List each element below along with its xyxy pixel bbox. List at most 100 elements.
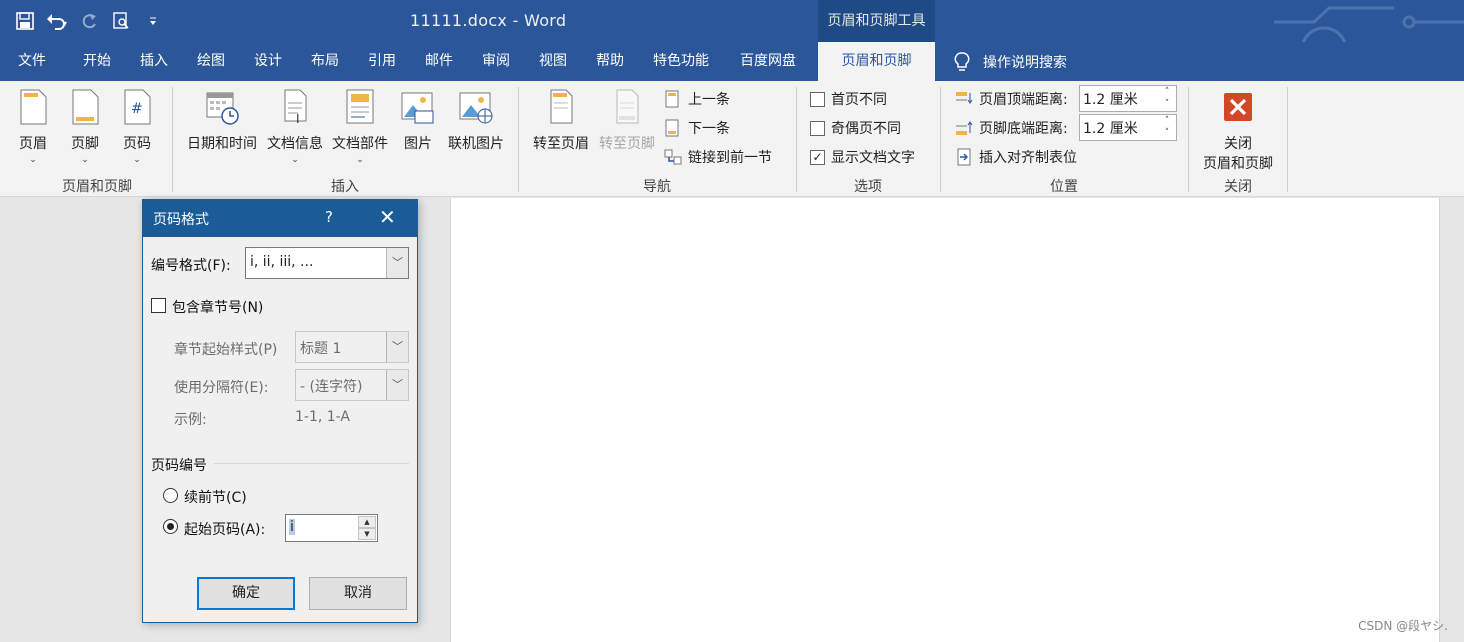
stepper-arrows[interactable]: ▲ ▼ <box>358 516 376 540</box>
undo-icon[interactable]: ▾ <box>44 8 70 34</box>
save-icon[interactable] <box>12 8 38 34</box>
header-button[interactable]: 页眉 ⌄ <box>14 89 52 165</box>
document-page[interactable] <box>450 198 1440 642</box>
start-at-stepper[interactable]: i ▲ ▼ <box>285 514 378 542</box>
footer-from-bottom-input[interactable]: 1.2 厘米 ˄ ˅ <box>1079 114 1177 141</box>
tab-design[interactable]: 设计 <box>254 42 282 81</box>
spin-arrows-icon[interactable]: ˄ ˅ <box>1160 115 1174 140</box>
quick-parts-label: 文档部件 <box>332 136 388 152</box>
close-red-icon <box>1224 93 1252 121</box>
tell-me-label: 操作说明搜索 <box>983 54 1067 71</box>
show-document-text-label: 显示文档文字 <box>831 150 915 166</box>
customize-icon[interactable] <box>140 8 166 34</box>
include-chapter-checkbox[interactable] <box>151 298 166 313</box>
chapter-style-select[interactable]: 标题 1 ﹀ <box>295 331 409 363</box>
footer-from-bottom-row: 页脚底端距离: <box>955 118 1068 138</box>
online-picture-button[interactable]: 联机图片 <box>444 89 508 153</box>
go-to-header-label: 转至页眉 <box>533 136 589 152</box>
go-to-footer-button[interactable]: 转至页脚 <box>596 89 658 153</box>
next-button[interactable]: 下一条 <box>664 118 730 138</box>
start-at-value[interactable]: i <box>289 519 295 535</box>
up-arrow-icon[interactable]: ▲ <box>358 516 376 528</box>
insert-alignment-tab-button[interactable]: 插入对齐制表位 <box>955 147 1077 167</box>
picture-button[interactable]: 图片 <box>398 89 438 153</box>
close-icon[interactable]: ✕ <box>379 205 396 229</box>
go-to-footer-label: 转至页脚 <box>599 136 655 152</box>
link-icon <box>664 149 682 165</box>
tab-baidu-netdisk[interactable]: 百度网盘 <box>740 42 796 81</box>
number-format-value: i, ii, iii, ... <box>250 254 314 270</box>
chevron-down-icon: ⌄ <box>133 155 141 165</box>
footer-button[interactable]: 页脚 ⌄ <box>66 89 104 165</box>
chevron-down-icon[interactable]: ﹀ <box>386 248 408 278</box>
different-odd-even-option[interactable]: 奇偶页不同 <box>810 118 901 138</box>
tab-view[interactable]: 视图 <box>539 42 567 81</box>
header-from-top-value: 1.2 厘米 <box>1083 92 1138 108</box>
context-tool-header: 页眉和页脚工具 <box>818 0 935 42</box>
tab-layout[interactable]: 布局 <box>311 42 339 81</box>
continue-previous-radio[interactable] <box>163 488 178 503</box>
dialog-title: 页码格式 <box>153 212 209 228</box>
tab-header-footer[interactable]: 页眉和页脚 <box>818 42 935 81</box>
start-at-radio[interactable] <box>163 519 178 534</box>
go-to-header-button[interactable]: 转至页眉 <box>530 89 592 153</box>
close-line2: 页眉和页脚 <box>1203 156 1273 172</box>
watermark: CSDN @段ヤシ. <box>1358 619 1448 633</box>
group-label-options: 选项 <box>854 179 882 195</box>
next-label: 下一条 <box>688 121 730 137</box>
tab-help[interactable]: 帮助 <box>596 42 624 81</box>
close-header-footer-button[interactable]: 关闭 页眉和页脚 <box>1196 89 1280 173</box>
tab-file[interactable]: 文件 <box>18 42 46 81</box>
picture-label: 图片 <box>404 136 432 152</box>
example-value: 1-1, 1-A <box>295 409 350 425</box>
header-from-top-input[interactable]: 1.2 厘米 ˄ ˅ <box>1079 85 1177 112</box>
cancel-button[interactable]: 取消 <box>309 577 407 610</box>
page-numbering-heading: 页码编号 <box>151 458 207 474</box>
page-number-button[interactable]: # 页码 ⌄ <box>118 89 156 165</box>
number-format-select[interactable]: i, ii, iii, ... ﹀ <box>245 247 409 279</box>
header-page-icon <box>20 89 47 125</box>
ok-button[interactable]: 确定 <box>197 577 295 610</box>
date-time-button[interactable]: 日期和时间 <box>184 89 260 153</box>
help-icon[interactable]: ? <box>325 208 333 226</box>
down-arrow-icon[interactable]: ▼ <box>358 528 376 540</box>
doc-info-button[interactable]: I 文档信息 ⌄ <box>264 89 326 165</box>
different-odd-even-checkbox[interactable] <box>810 120 825 136</box>
document-title: 11111.docx - Word <box>410 11 567 30</box>
group-label-close: 关闭 <box>1224 179 1252 195</box>
section-divider <box>214 463 409 464</box>
chevron-down-icon[interactable]: ﹀ <box>386 370 408 400</box>
different-first-page-checkbox[interactable] <box>810 91 825 107</box>
previous-label: 上一条 <box>688 92 730 108</box>
link-to-previous-label: 链接到前一节 <box>688 150 772 166</box>
tab-insert[interactable]: 插入 <box>140 42 168 81</box>
previous-icon <box>665 90 679 108</box>
chapter-style-value: 标题 1 <box>300 341 342 357</box>
quick-parts-button[interactable]: 文档部件 ⌄ <box>329 89 391 165</box>
title-bar: ▾ 11111.docx - Word 页眉和页脚工具 <box>0 0 1464 74</box>
group-separator <box>940 87 941 192</box>
next-icon <box>665 119 679 137</box>
tab-draw[interactable]: 绘图 <box>197 42 225 81</box>
tab-review[interactable]: 审阅 <box>482 42 510 81</box>
print-preview-icon[interactable] <box>108 8 134 34</box>
tab-references[interactable]: 引用 <box>368 42 396 81</box>
tab-features[interactable]: 特色功能 <box>653 42 709 81</box>
tab-home[interactable]: 开始 <box>83 42 111 81</box>
chevron-down-icon: ⌄ <box>356 155 364 165</box>
show-document-text-option[interactable]: ✓ 显示文档文字 <box>810 147 915 167</box>
show-document-text-checkbox[interactable]: ✓ <box>810 149 825 165</box>
link-to-previous-button[interactable]: 链接到前一节 <box>664 147 772 167</box>
page-number-label: 页码 <box>123 136 151 152</box>
chevron-down-icon[interactable]: ﹀ <box>386 332 408 362</box>
chevron-down-icon: ⌄ <box>29 155 37 165</box>
close-line1: 关闭 <box>1224 136 1252 152</box>
spin-arrows-icon[interactable]: ˄ ˅ <box>1160 86 1174 111</box>
previous-button[interactable]: 上一条 <box>664 89 730 109</box>
separator-select[interactable]: - (连字符) ﹀ <box>295 369 409 401</box>
tell-me-search[interactable]: 操作说明搜索 <box>953 42 1067 81</box>
different-first-page-option[interactable]: 首页不同 <box>810 89 887 109</box>
include-chapter-label: 包含章节号(N) <box>172 300 264 316</box>
redo-icon[interactable] <box>76 8 102 34</box>
tab-mailings[interactable]: 邮件 <box>425 42 453 81</box>
